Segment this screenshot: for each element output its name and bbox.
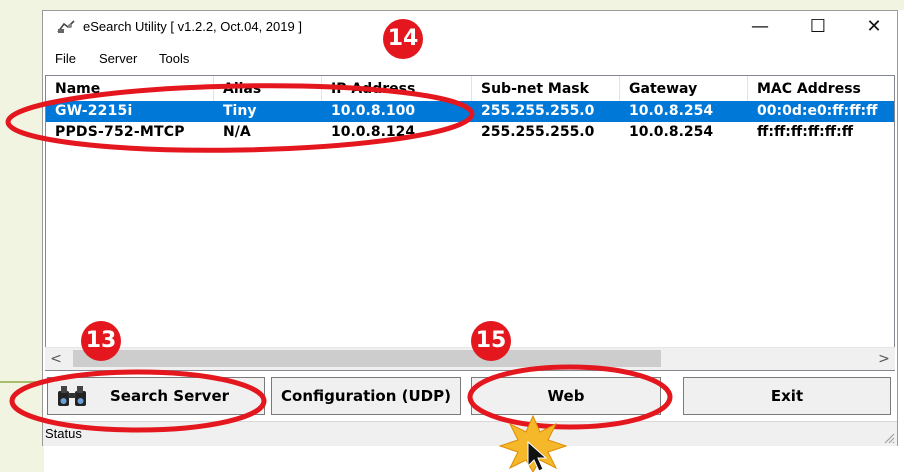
scroll-thumb[interactable] [73, 350, 661, 367]
menu-server[interactable]: Server [99, 51, 137, 66]
column-header-mac[interactable]: MAC Address [748, 76, 894, 101]
table-row[interactable]: GW-2215i Tiny 10.0.8.100 255.255.255.0 1… [46, 101, 894, 122]
close-button[interactable]: ✕ [851, 11, 897, 43]
column-header-ip[interactable]: IP Address [322, 76, 472, 101]
mouse-cursor-icon [527, 440, 548, 472]
scroll-left-arrow[interactable]: < [45, 348, 67, 370]
server-list[interactable]: Name Alias IP Address Sub-net Mask Gatew… [45, 75, 895, 371]
menu-file[interactable]: File [55, 51, 76, 66]
network-icon [57, 20, 75, 33]
step-badge-14: 14 [383, 19, 423, 59]
cell-ip: 10.0.8.124 [331, 124, 416, 140]
cell-gateway: 10.0.8.254 [629, 103, 714, 119]
column-header-gateway[interactable]: Gateway [620, 76, 748, 101]
binoculars-icon [58, 386, 86, 406]
cell-subnet: 255.255.255.0 [481, 124, 595, 140]
page-background [0, 0, 44, 472]
resize-grip-icon[interactable] [883, 432, 895, 444]
status-bar: Status [43, 421, 897, 446]
step-badge-15: 15 [471, 321, 511, 361]
search-server-label: Search Server [110, 387, 230, 405]
esearch-window: eSearch Utility [ v1.2.2, Oct.04, 2019 ]… [42, 10, 898, 446]
configuration-udp-button[interactable]: Configuration (UDP) [271, 377, 461, 415]
title-bar[interactable]: eSearch Utility [ v1.2.2, Oct.04, 2019 ]… [43, 11, 897, 45]
window-title: eSearch Utility [ v1.2.2, Oct.04, 2019 ] [83, 19, 302, 34]
scroll-right-arrow[interactable]: > [873, 348, 895, 370]
menu-tools[interactable]: Tools [159, 51, 189, 66]
cell-alias: N/A [223, 124, 251, 140]
list-header: Name Alias IP Address Sub-net Mask Gatew… [46, 76, 894, 102]
minimize-button[interactable]: — [737, 11, 783, 43]
step-badge-13: 13 [81, 321, 121, 361]
cell-mac: ff:ff:ff:ff:ff:ff [757, 124, 854, 140]
cell-alias: Tiny [223, 103, 257, 119]
exit-button[interactable]: Exit [683, 377, 891, 415]
web-button[interactable]: Web [471, 377, 661, 415]
page-background-strip [0, 0, 904, 10]
column-header-name[interactable]: Name [46, 76, 214, 101]
search-server-button[interactable]: Search Server [47, 377, 265, 415]
column-header-subnet[interactable]: Sub-net Mask [472, 76, 620, 101]
table-row[interactable]: PPDS-752-MTCP N/A 10.0.8.124 255.255.255… [46, 122, 894, 143]
cell-mac: 00:0d:e0:ff:ff:ff [757, 103, 878, 119]
horizontal-scrollbar[interactable]: < > [45, 347, 895, 370]
maximize-button[interactable]: ☐ [795, 11, 841, 43]
cell-name: PPDS-752-MTCP [55, 124, 185, 140]
status-label: Status [45, 426, 82, 441]
page-divider [0, 381, 46, 383]
cell-gateway: 10.0.8.254 [629, 124, 714, 140]
column-header-alias[interactable]: Alias [214, 76, 322, 101]
menu-bar: File Server Tools [43, 47, 897, 69]
cell-subnet: 255.255.255.0 [481, 103, 595, 119]
cell-name: GW-2215i [55, 103, 133, 119]
cell-ip: 10.0.8.100 [331, 103, 416, 119]
